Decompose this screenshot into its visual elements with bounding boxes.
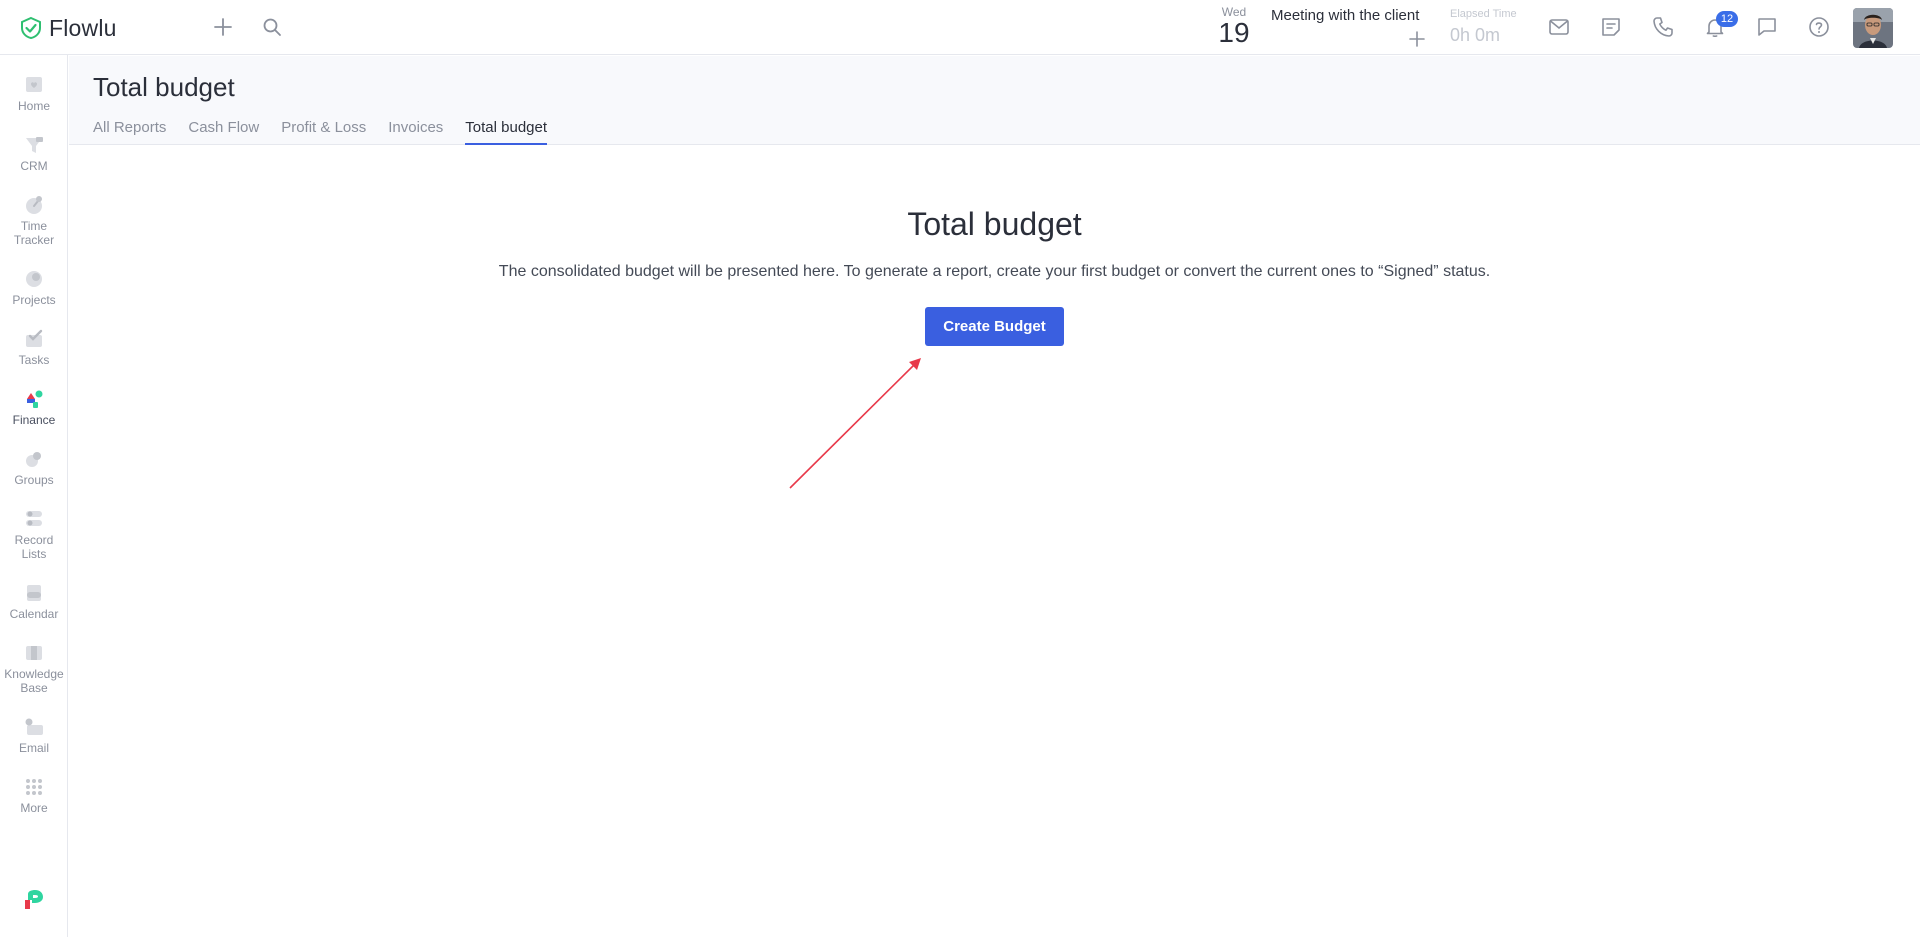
app-logo[interactable]: Flowlu [19,14,117,42]
sidebar-item-finance[interactable]: Finance [0,387,68,427]
flowlu-brand-icon[interactable] [22,888,46,912]
record-lists-icon [26,511,42,526]
tab-profit-and-loss[interactable]: Profit & Loss [281,112,366,145]
calendar-icon [27,585,41,601]
sidebar-item-projects[interactable]: Projects [0,267,68,307]
sidebar-item-label: Home [17,99,50,113]
more-icon [26,779,42,795]
sidebar-item-groups[interactable]: Groups [0,447,68,487]
notes-icon[interactable] [1598,14,1624,40]
add-event-icon[interactable] [1406,28,1428,50]
add-icon[interactable] [212,16,234,38]
upcoming-event-title[interactable]: Meeting with the client [1271,7,1419,24]
top-bar: Flowlu Wed 19 Meeting with the client El… [0,0,1920,55]
page-header: Total budget All Reports Cash Flow Profi… [69,56,1920,145]
chat-icon[interactable] [1754,14,1780,40]
user-avatar[interactable] [1853,8,1893,48]
date-widget[interactable]: Wed 19 [1218,5,1250,47]
help-icon[interactable] [1806,14,1832,40]
elapsed-time-label: Elapsed Time [1450,8,1517,20]
sidebar-item-more[interactable]: More [0,775,68,815]
crm-icon [26,137,43,153]
tab-all-reports[interactable]: All Reports [93,112,166,145]
projects-icon [26,271,42,287]
sidebar-item-label: More [20,801,48,815]
sidebar-item-calendar[interactable]: Calendar [0,581,68,621]
main-sidebar: Home CRM Time Tracker Projects Tasks Fin… [0,55,68,937]
page-title: Total budget [93,72,235,102]
empty-state-title: Total budget [907,206,1082,242]
report-tabs: All Reports Cash Flow Profit & Loss Invo… [93,112,569,145]
sidebar-item-label: Groups [14,473,54,487]
groups-icon [26,452,41,467]
sidebar-item-label: Record Lists [14,533,54,561]
create-budget-button[interactable]: Create Budget [925,307,1064,346]
sidebar-item-label: CRM [20,159,48,173]
app-name: Flowlu [49,14,117,41]
email-icon [25,718,43,735]
notifications-badge: 12 [1716,11,1738,27]
sidebar-item-time-tracker[interactable]: Time Tracker [0,193,68,247]
main-content: Total budget The consolidated budget wil… [69,146,1920,937]
sidebar-item-tasks[interactable]: Tasks [0,327,68,367]
flowlu-logo-icon [21,16,41,40]
knowledge-base-icon [26,646,42,660]
sidebar-item-label: Projects [12,293,56,307]
timer-icon [26,196,42,214]
tab-cash-flow[interactable]: Cash Flow [188,112,259,145]
sidebar-item-label: Calendar [9,607,59,621]
sidebar-item-record-lists[interactable]: Record Lists [0,507,68,561]
phone-icon[interactable] [1650,14,1676,40]
elapsed-time-value: 0h 0m [1450,25,1501,45]
sidebar-item-label: Tasks [18,353,50,367]
date-day-number: 19 [1218,17,1250,48]
finance-icon [27,390,43,408]
sidebar-item-knowledge-base[interactable]: Knowledge Base [0,641,68,695]
sidebar-item-home[interactable]: Home [0,73,68,113]
home-icon [26,77,42,92]
tab-total-budget[interactable]: Total budget [465,112,548,145]
sidebar-item-crm[interactable]: CRM [0,133,68,173]
sidebar-item-label: Time Tracker [13,219,55,247]
search-icon[interactable] [261,16,283,38]
sidebar-item-label: Email [18,741,49,755]
sidebar-item-email[interactable]: Email [0,715,68,755]
sidebar-item-label: Finance [12,413,56,427]
tasks-icon [26,329,43,347]
tab-invoices[interactable]: Invoices [388,112,443,145]
mail-icon[interactable] [1546,14,1572,40]
empty-state-description: The consolidated budget will be presente… [498,263,1491,280]
sidebar-item-label: Knowledge Base [4,667,64,695]
